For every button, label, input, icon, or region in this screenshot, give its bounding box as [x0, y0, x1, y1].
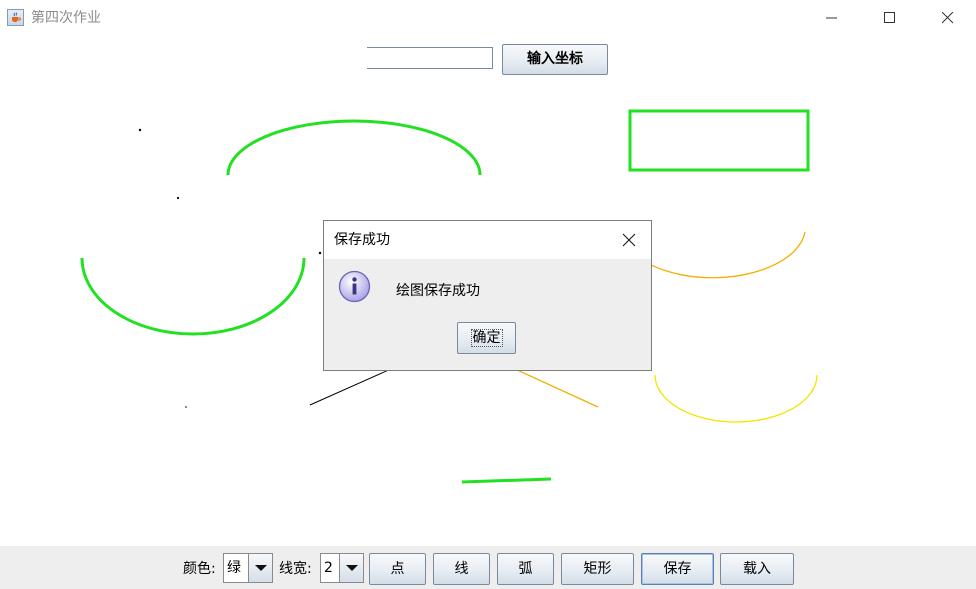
arc-tool-button[interactable]: 弧	[497, 553, 554, 585]
save-success-dialog: 保存成功 绘图保存成功 确定	[323, 220, 652, 371]
color-label: 颜色:	[183, 561, 216, 577]
load-button[interactable]: 载入	[720, 553, 794, 585]
close-icon[interactable]	[620, 231, 638, 249]
ok-button[interactable]: 确定	[457, 322, 516, 354]
dialog-message: 绘图保存成功	[396, 283, 480, 299]
width-select-value: 2	[324, 560, 333, 576]
drawn-rectangle	[628, 109, 810, 172]
drawn-arc-left	[80, 257, 306, 336]
bottom-toolbar: 颜色: 绿 线宽: 2 点 线 弧 矩形 保存 载入	[0, 546, 976, 589]
drawn-arc-top	[226, 119, 482, 176]
drawn-point	[318, 251, 322, 255]
dialog-titlebar: 保存成功	[324, 221, 651, 259]
width-select[interactable]: 2	[320, 553, 364, 583]
drawn-point	[176, 196, 180, 200]
drawn-point	[185, 406, 187, 408]
rect-tool-button[interactable]: 矩形	[561, 553, 634, 585]
drawn-point	[138, 128, 142, 132]
color-select[interactable]: 绿	[223, 553, 273, 583]
chevron-down-icon[interactable]	[339, 554, 363, 582]
ok-button-label: 确定	[470, 329, 503, 347]
color-select-value: 绿	[227, 560, 241, 576]
info-icon	[338, 270, 371, 303]
point-tool-button[interactable]: 点	[369, 553, 426, 585]
drawn-arc-yellow	[654, 374, 818, 423]
chevron-down-icon[interactable]	[248, 554, 272, 582]
line-tool-button[interactable]: 线	[433, 553, 490, 585]
width-label: 线宽:	[279, 561, 312, 577]
drawn-line-green	[461, 477, 552, 484]
dialog-title: 保存成功	[334, 232, 390, 248]
save-button[interactable]: 保存	[641, 553, 714, 585]
